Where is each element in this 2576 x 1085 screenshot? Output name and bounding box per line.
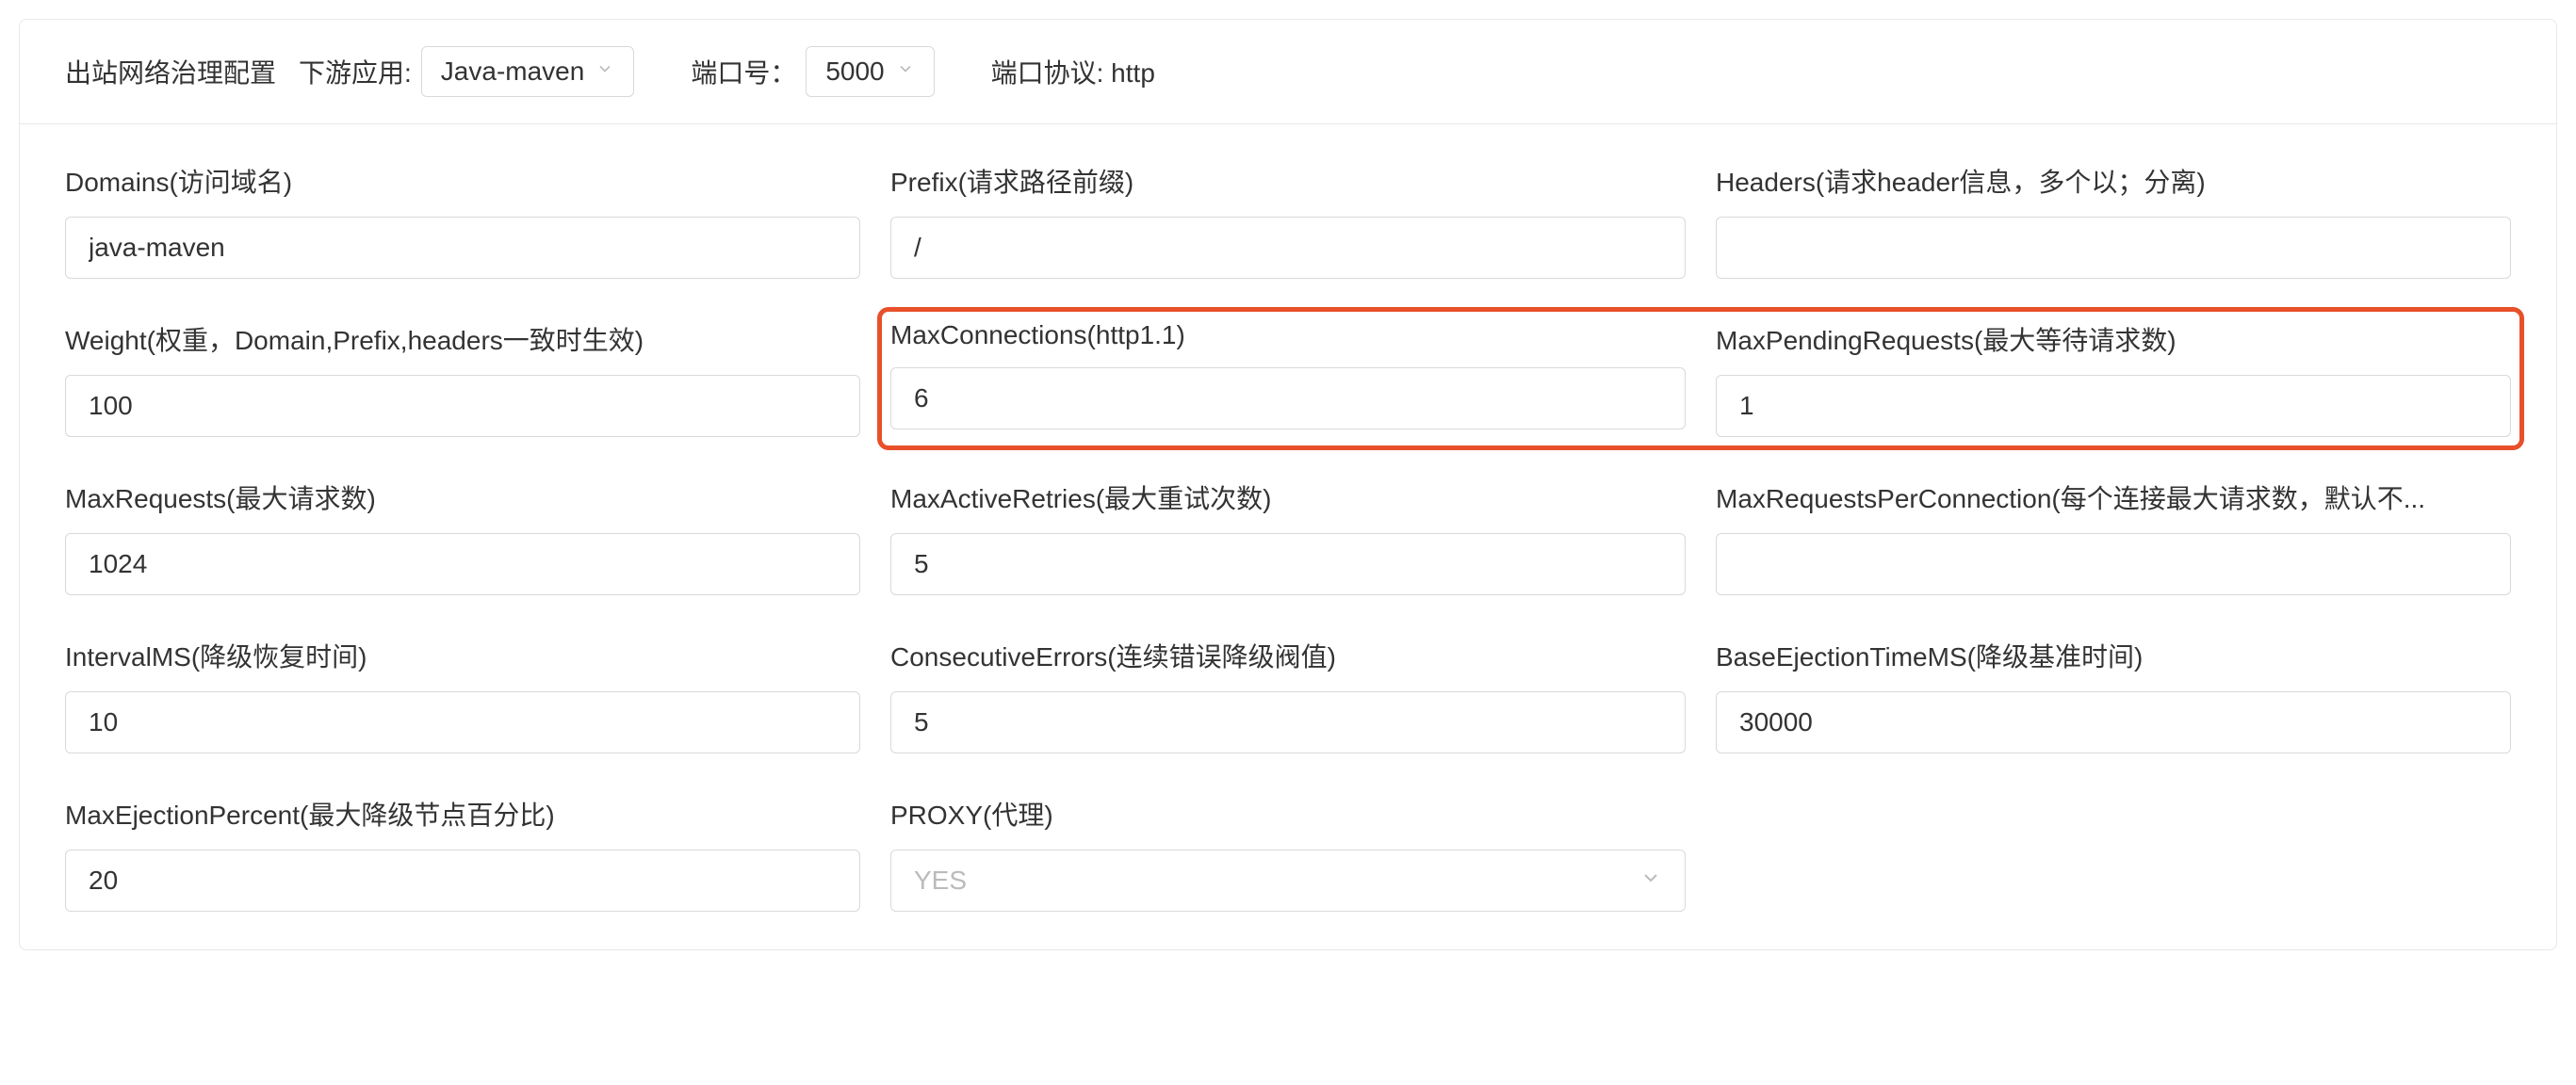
max-ejection-percent-field: MaxEjectionPercent(最大降级节点百分比) [65, 795, 860, 912]
interval-ms-field: IntervalMS(降级恢复时间) [65, 637, 860, 753]
max-pending-requests-input[interactable] [1716, 375, 2511, 437]
chevron-down-icon [595, 59, 614, 84]
form-body: Domains(访问域名) Prefix(请求路径前缀) Headers(请求h… [20, 124, 2556, 949]
downstream-app-select[interactable]: Java-maven [421, 46, 635, 97]
headers-input[interactable] [1716, 217, 2511, 279]
downstream-value: Java-maven [441, 57, 585, 87]
max-pending-requests-field: MaxPendingRequests(最大等待请求数) [1716, 320, 2511, 437]
max-requests-field: MaxRequests(最大请求数) [65, 478, 860, 595]
downstream-app-group: 下游应用: Java-maven [299, 46, 634, 97]
header-title: 出站网络治理配置 [65, 53, 276, 90]
interval-ms-label: IntervalMS(降级恢复时间) [65, 637, 860, 674]
port-group: 端口号： 5000 [691, 46, 934, 97]
proxy-select[interactable]: YES [890, 850, 1686, 912]
chevron-down-icon [896, 59, 915, 84]
max-connections-label: MaxConnections(http1.1) [890, 320, 1686, 350]
proxy-label: PROXY(代理) [890, 795, 1686, 833]
max-ejection-percent-label: MaxEjectionPercent(最大降级节点百分比) [65, 795, 860, 833]
headers-label: Headers(请求header信息，多个以；分离) [1716, 162, 2511, 200]
prefix-label: Prefix(请求路径前缀) [890, 162, 1686, 200]
base-ejection-time-ms-field: BaseEjectionTimeMS(降级基准时间) [1716, 637, 2511, 753]
form-grid: Domains(访问域名) Prefix(请求路径前缀) Headers(请求h… [65, 162, 2511, 912]
domains-input[interactable] [65, 217, 860, 279]
port-value: 5000 [825, 57, 884, 87]
max-active-retries-input[interactable] [890, 533, 1686, 595]
domains-label: Domains(访问域名) [65, 162, 860, 200]
prefix-input[interactable] [890, 217, 1686, 279]
chevron-down-icon [1639, 866, 1662, 896]
domains-field: Domains(访问域名) [65, 162, 860, 279]
weight-field: Weight(权重，Domain,Prefix,headers一致时生效) [65, 320, 860, 437]
proxy-field: PROXY(代理) YES [890, 795, 1686, 912]
base-ejection-time-ms-label: BaseEjectionTimeMS(降级基准时间) [1716, 637, 2511, 674]
consecutive-errors-label: ConsecutiveErrors(连续错误降级阀值) [890, 637, 1686, 674]
headers-field: Headers(请求header信息，多个以；分离) [1716, 162, 2511, 279]
weight-label: Weight(权重，Domain,Prefix,headers一致时生效) [65, 320, 860, 358]
max-active-retries-field: MaxActiveRetries(最大重试次数) [890, 478, 1686, 595]
max-connections-field: MaxConnections(http1.1) [890, 320, 1686, 437]
max-requests-per-connection-input[interactable] [1716, 533, 2511, 595]
port-label: 端口号： [691, 53, 796, 90]
weight-input[interactable] [65, 375, 860, 437]
base-ejection-time-ms-input[interactable] [1716, 691, 2511, 753]
consecutive-errors-field: ConsecutiveErrors(连续错误降级阀值) [890, 637, 1686, 753]
interval-ms-input[interactable] [65, 691, 860, 753]
max-requests-per-connection-label: MaxRequestsPerConnection(每个连接最大请求数，默认不..… [1716, 478, 2511, 516]
protocol-label: 端口协议: http [991, 53, 1155, 90]
max-active-retries-label: MaxActiveRetries(最大重试次数) [890, 478, 1686, 516]
max-connections-input[interactable] [890, 367, 1686, 429]
port-select[interactable]: 5000 [806, 46, 934, 97]
downstream-label: 下游应用: [299, 53, 412, 90]
max-pending-requests-label: MaxPendingRequests(最大等待请求数) [1716, 320, 2511, 358]
prefix-field: Prefix(请求路径前缀) [890, 162, 1686, 279]
proxy-value: YES [914, 866, 967, 896]
max-ejection-percent-input[interactable] [65, 850, 860, 912]
max-requests-input[interactable] [65, 533, 860, 595]
consecutive-errors-input[interactable] [890, 691, 1686, 753]
config-panel: 出站网络治理配置 下游应用: Java-maven 端口号： 5000 端口协议… [19, 19, 2557, 950]
max-requests-label: MaxRequests(最大请求数) [65, 478, 860, 516]
max-requests-per-connection-field: MaxRequestsPerConnection(每个连接最大请求数，默认不..… [1716, 478, 2511, 595]
panel-header: 出站网络治理配置 下游应用: Java-maven 端口号： 5000 端口协议… [20, 20, 2556, 124]
